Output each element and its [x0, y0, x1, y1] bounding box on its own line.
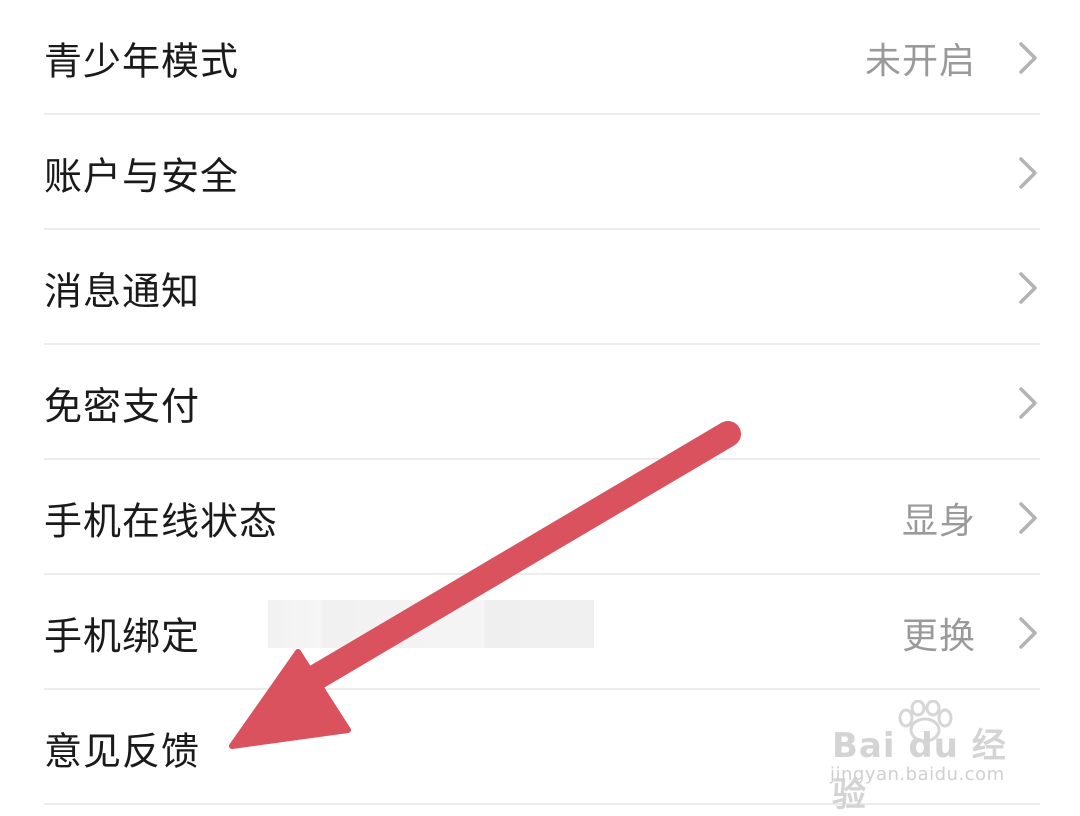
- settings-item-password-free-payment[interactable]: 免密支付: [0, 345, 1080, 460]
- settings-item-account-security[interactable]: 账户与安全: [0, 115, 1080, 230]
- settings-item-label: 意见反馈: [44, 729, 201, 773]
- chevron-right-icon: [1019, 501, 1037, 534]
- settings-item-label: 青少年模式: [44, 39, 240, 83]
- chevron-right-icon: [1019, 386, 1037, 419]
- settings-item-label: 手机绑定: [44, 614, 201, 658]
- settings-item-label: 消息通知: [44, 269, 201, 313]
- settings-item-online-status[interactable]: 手机在线状态 显身: [0, 460, 1080, 575]
- chevron-right-icon: [1019, 41, 1037, 74]
- settings-item-feedback[interactable]: 意见反馈: [0, 690, 1080, 805]
- settings-item-label: 手机在线状态: [44, 499, 279, 543]
- settings-item-label: 免密支付: [44, 384, 201, 428]
- chevron-right-icon: [1019, 616, 1037, 649]
- settings-screen: 青少年模式 未开启 账户与安全 消息通知 免密支付 手机在线状态 显身 手机绑定…: [0, 0, 1080, 816]
- redacted-phone-number: [268, 600, 594, 648]
- settings-item-value: 更换: [901, 615, 976, 657]
- settings-item-teen-mode[interactable]: 青少年模式 未开启: [0, 0, 1080, 115]
- divider: [44, 803, 1040, 805]
- chevron-right-icon: [1019, 156, 1037, 189]
- settings-item-notifications[interactable]: 消息通知: [0, 230, 1080, 345]
- chevron-right-icon: [1019, 271, 1037, 304]
- settings-item-value: 未开启: [864, 40, 976, 82]
- settings-item-label: 账户与安全: [44, 154, 240, 198]
- settings-item-value: 显身: [901, 500, 976, 542]
